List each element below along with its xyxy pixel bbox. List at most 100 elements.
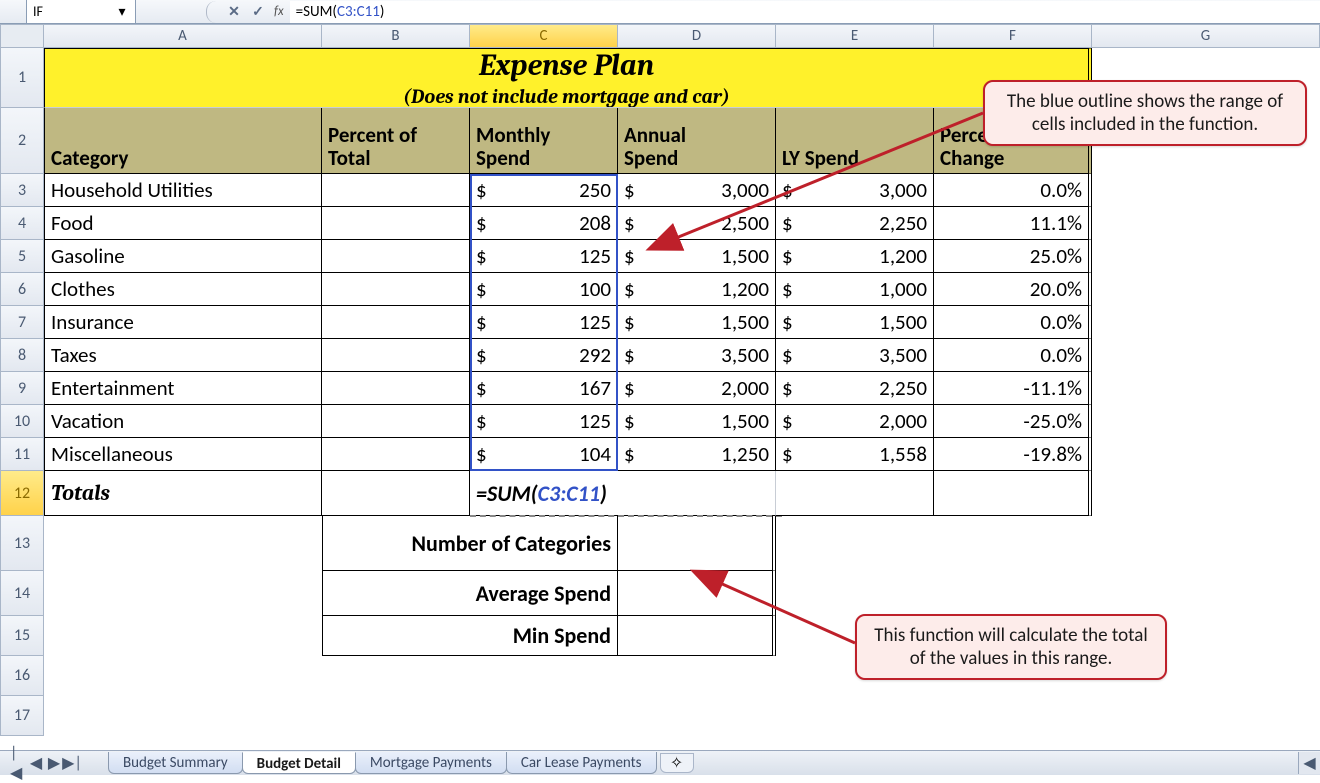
- row-header[interactable]: 7: [0, 306, 44, 339]
- row-header[interactable]: 11: [0, 438, 44, 471]
- column-header[interactable]: G: [1092, 24, 1320, 48]
- sheet-tab[interactable]: Car Lease Payments: [506, 752, 657, 774]
- cell-monthly-spend[interactable]: $104: [470, 438, 618, 471]
- cell-annual-spend[interactable]: $1,500: [618, 405, 776, 438]
- cell-ly-spend[interactable]: $3,500: [776, 339, 934, 372]
- column-header[interactable]: B: [322, 24, 470, 48]
- title-cell[interactable]: Expense Plan(Does not include mortgage a…: [44, 48, 1092, 108]
- cell-summary-value[interactable]: [618, 571, 776, 616]
- row-header[interactable]: 10: [0, 405, 44, 438]
- chevron-down-icon[interactable]: ▾: [115, 4, 129, 18]
- cell-percent-total[interactable]: [322, 405, 470, 438]
- cell-category[interactable]: Miscellaneous: [44, 438, 322, 471]
- cell-category[interactable]: Taxes: [44, 339, 322, 372]
- cell-percent-change[interactable]: 0.0%: [934, 306, 1092, 339]
- cell-percent-total[interactable]: [322, 207, 470, 240]
- row-header[interactable]: 9: [0, 372, 44, 405]
- sheet-tab[interactable]: Mortgage Payments: [355, 752, 507, 774]
- cell-ly-spend[interactable]: $2,250: [776, 372, 934, 405]
- cell-ly-spend[interactable]: $3,000: [776, 174, 934, 207]
- new-sheet-button[interactable]: ✧: [660, 753, 694, 773]
- column-header[interactable]: F: [934, 24, 1092, 48]
- cell-percent-change[interactable]: -19.8%: [934, 438, 1092, 471]
- enter-formula-button[interactable]: ✓: [250, 4, 266, 20]
- cell-percent-total[interactable]: [322, 306, 470, 339]
- row-header[interactable]: 1: [0, 48, 44, 108]
- cell-percent-change[interactable]: 11.1%: [934, 207, 1092, 240]
- row-header[interactable]: 5: [0, 240, 44, 273]
- row-header[interactable]: 17: [0, 696, 44, 736]
- cell-annual-spend[interactable]: $2,500: [618, 207, 776, 240]
- cell[interactable]: [776, 471, 934, 516]
- cell-monthly-spend[interactable]: $208: [470, 207, 618, 240]
- cell-category[interactable]: Gasoline: [44, 240, 322, 273]
- cell-summary-label[interactable]: Number of Categories: [322, 516, 618, 571]
- cell-annual-spend[interactable]: $3,000: [618, 174, 776, 207]
- cell-monthly-spend[interactable]: $250: [470, 174, 618, 207]
- row-header[interactable]: 4: [0, 207, 44, 240]
- cell-category[interactable]: Entertainment: [44, 372, 322, 405]
- sheet-tab[interactable]: Budget Detail: [242, 752, 356, 774]
- cell-ly-spend[interactable]: $2,250: [776, 207, 934, 240]
- row-header[interactable]: 14: [0, 571, 44, 616]
- row-header[interactable]: 15: [0, 616, 44, 656]
- column-header[interactable]: C: [470, 24, 618, 48]
- cell-category[interactable]: Food: [44, 207, 322, 240]
- cell-category[interactable]: Insurance: [44, 306, 322, 339]
- tab-nav-prev-icon[interactable]: ◀: [28, 755, 44, 771]
- cell-percent-total[interactable]: [322, 372, 470, 405]
- select-all-corner[interactable]: [0, 24, 44, 48]
- column-header-cell[interactable]: Percent ofTotal: [322, 108, 470, 174]
- tab-nav-last-icon[interactable]: ▶|: [64, 755, 80, 771]
- cell-summary-value[interactable]: [618, 516, 776, 571]
- sheet-tab[interactable]: Budget Summary: [108, 752, 243, 774]
- row-header[interactable]: 3: [0, 174, 44, 207]
- cell-percent-total[interactable]: [322, 273, 470, 306]
- cell-percent-total[interactable]: [322, 174, 470, 207]
- row-header[interactable]: 8: [0, 339, 44, 372]
- tab-nav-first-icon[interactable]: |◀: [10, 755, 26, 771]
- cell-percent-change[interactable]: -11.1%: [934, 372, 1092, 405]
- cell-annual-spend[interactable]: $1,500: [618, 240, 776, 273]
- cell-percent-change[interactable]: 20.0%: [934, 273, 1092, 306]
- cell-ly-spend[interactable]: $1,200: [776, 240, 934, 273]
- cell-monthly-spend[interactable]: $125: [470, 405, 618, 438]
- row-header[interactable]: 16: [0, 656, 44, 696]
- cell-monthly-spend[interactable]: $100: [470, 273, 618, 306]
- column-header-cell[interactable]: MonthlySpend: [470, 108, 618, 174]
- cell-category[interactable]: Household Utilities: [44, 174, 322, 207]
- cell-totals-label[interactable]: Totals: [44, 471, 322, 516]
- cell-ly-spend[interactable]: $1,558: [776, 438, 934, 471]
- cell-editing-formula[interactable]: =SUM(C3:C11): [470, 471, 776, 516]
- column-header-cell[interactable]: LY Spend: [776, 108, 934, 174]
- column-header[interactable]: D: [618, 24, 776, 48]
- tab-nav-next-icon[interactable]: ▶: [46, 755, 62, 771]
- cell-annual-spend[interactable]: $1,500: [618, 306, 776, 339]
- cell-annual-spend[interactable]: $1,250: [618, 438, 776, 471]
- row-header[interactable]: 6: [0, 273, 44, 306]
- row-header[interactable]: 2: [0, 108, 44, 174]
- cell-annual-spend[interactable]: $1,200: [618, 273, 776, 306]
- formula-input[interactable]: =SUM(C3:C11): [290, 1, 1320, 23]
- cell-percent-total[interactable]: [322, 438, 470, 471]
- cell-summary-value[interactable]: [618, 616, 776, 656]
- cell-category[interactable]: Vacation: [44, 405, 322, 438]
- column-header[interactable]: E: [776, 24, 934, 48]
- cell[interactable]: [322, 471, 470, 516]
- cell-ly-spend[interactable]: $1,500: [776, 306, 934, 339]
- cell-monthly-spend[interactable]: $292: [470, 339, 618, 372]
- name-box[interactable]: IF ▾: [26, 0, 136, 24]
- column-header[interactable]: A: [44, 24, 322, 48]
- cell-percent-total[interactable]: [322, 240, 470, 273]
- cell-ly-spend[interactable]: $1,000: [776, 273, 934, 306]
- cell-percent-change[interactable]: 0.0%: [934, 174, 1092, 207]
- insert-function-button[interactable]: fx: [274, 4, 284, 19]
- cell-annual-spend[interactable]: $3,500: [618, 339, 776, 372]
- cell-ly-spend[interactable]: $2,000: [776, 405, 934, 438]
- row-header[interactable]: 13: [0, 516, 44, 571]
- cell-category[interactable]: Clothes: [44, 273, 322, 306]
- cell-percent-change[interactable]: -25.0%: [934, 405, 1092, 438]
- cell-monthly-spend[interactable]: $125: [470, 306, 618, 339]
- column-header-cell[interactable]: Category: [44, 108, 322, 174]
- column-header-cell[interactable]: AnnualSpend: [618, 108, 776, 174]
